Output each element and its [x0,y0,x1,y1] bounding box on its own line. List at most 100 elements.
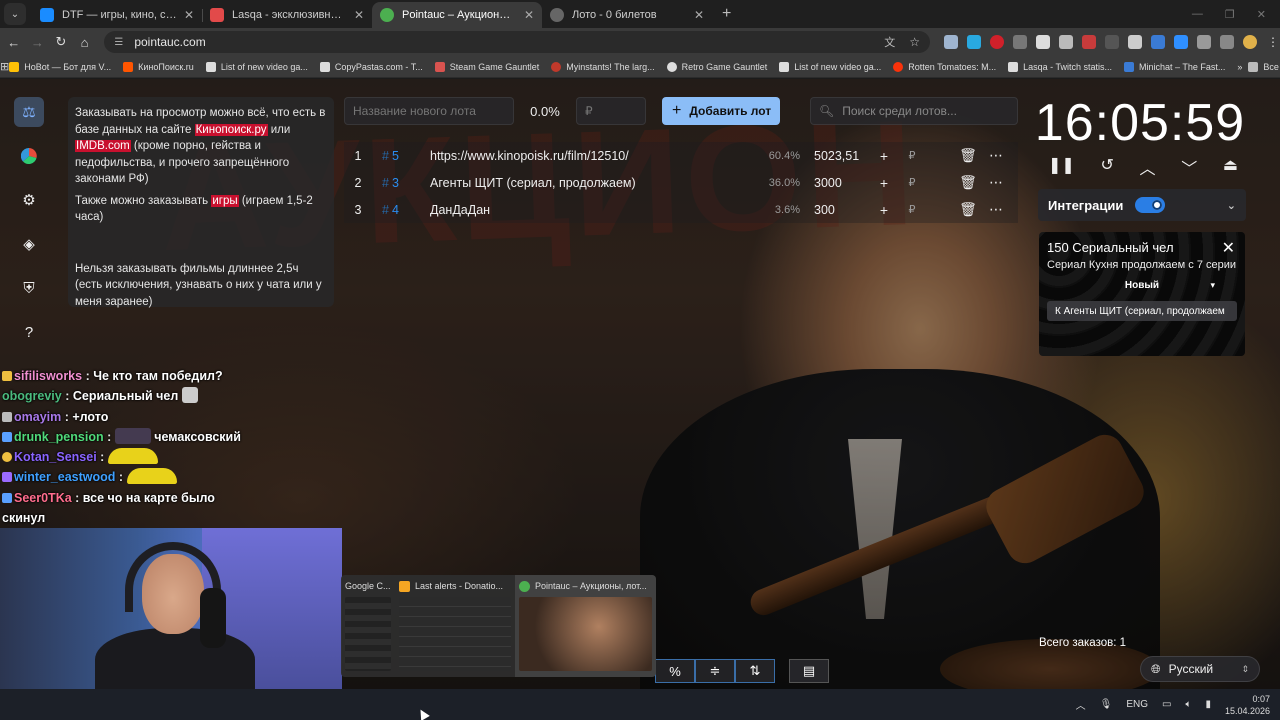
lot-name[interactable]: Агенты ЩИТ (сериал, продолжаем) [430,176,750,190]
layers-icon[interactable]: ◈ [14,229,44,259]
tab-lasqa[interactable]: Lasqa - эксклюзивный контен ✕ [202,2,372,28]
extension-icon[interactable] [989,35,1004,49]
extension-icon[interactable] [1012,35,1027,49]
add-amount-icon[interactable]: + [870,175,898,191]
close-icon[interactable]: ✕ [354,8,364,22]
bookmark-item[interactable]: Minichat – The Fast... [1124,61,1225,72]
reset-icon[interactable]: ↺ [1100,155,1113,179]
bookmark-item[interactable]: Lasqa - Twitch statis... [1008,61,1112,72]
lot-name[interactable]: https://www.kinopoisk.ru/film/12510/ [430,149,750,163]
close-icon[interactable]: ✕ [184,8,194,22]
clear-lots-button[interactable]: ▤ [789,659,829,683]
system-clock[interactable]: 0:07 15.04.2026 [1225,693,1270,717]
new-tab-button[interactable]: + [722,5,731,23]
shield-icon[interactable]: ⛨ [14,273,44,303]
all-bookmarks-button[interactable]: Все закладки [1248,61,1280,72]
delete-trash-icon[interactable]: 🗑︎ [954,147,982,164]
more-dots-icon[interactable]: ⋯ [982,174,1010,191]
close-window-icon[interactable]: ✕ [1257,8,1266,21]
percent-mode-button[interactable]: % [655,659,695,683]
reading-list-icon[interactable] [1219,35,1234,49]
bookmark-star-icon[interactable]: ☆ [909,35,920,49]
close-icon[interactable]: ✕ [524,8,534,22]
lot-amount-input[interactable] [576,97,646,125]
bookmark-item[interactable]: Rotten Tomatoes: M... [893,61,996,72]
lot-name-input[interactable] [344,97,514,125]
tab-pointauc[interactable]: Pointauc – Аукционы, лотере ✕ [372,2,542,28]
minimize-icon[interactable]: — [1192,8,1203,21]
tab-loto[interactable]: Лото - 0 билетов ✕ [542,2,712,28]
window-preview[interactable]: Last alerts - Donatio... [395,575,515,677]
wheel-pie-icon[interactable] [14,141,44,171]
chevron-down-icon[interactable]: ﹀ [1181,155,1197,179]
extension-icon[interactable] [1150,35,1165,49]
window-preview[interactable]: Google C... [341,575,395,677]
home-icon[interactable]: ⌂ [73,35,97,50]
donation-target-select[interactable]: Новый ▾ [1047,280,1237,291]
bookmark-item[interactable]: HoBot — Бот для V... [9,61,111,72]
chevron-down-icon[interactable]: ⌄ [1227,199,1236,212]
lot-search[interactable]: 🔍︎ Поиск среди лотов... [810,97,1018,125]
apps-grid-icon[interactable]: ⊞ [0,60,9,73]
delete-trash-icon[interactable]: 🗑︎ [954,174,982,191]
auction-gavel-icon[interactable]: ⚖ [14,97,44,127]
extension-icon[interactable] [1173,35,1188,49]
monitor-icon[interactable]: ▭ [1162,699,1171,710]
input-language[interactable]: ENG [1126,699,1148,710]
tab-dtf[interactable]: DTF — игры, кино, сериалы, р ✕ [32,2,202,28]
window-preview[interactable]: Pointauc – Аукционы, лот... [515,575,656,677]
language-select[interactable]: 🌐︎ Русский ⇕ [1140,656,1260,682]
split-icon-button[interactable]: ≑ [695,659,735,683]
kinopoisk-link[interactable]: Кинопоиск.ру [194,123,268,136]
microphone-icon[interactable]: 🎙︎ [1100,699,1113,710]
bookmark-item[interactable]: Myinstants! The larg... [551,61,655,72]
menu-kebab-icon[interactable]: ⋮ [1266,35,1280,49]
lot-name[interactable]: ДанДаДан [430,203,750,217]
help-icon[interactable]: ? [14,317,44,347]
extension-icon[interactable] [1127,35,1142,49]
site-info-icon[interactable]: ☰ [114,37,126,48]
chevron-up-icon[interactable]: ︿ [1076,697,1086,712]
reload-icon[interactable]: ↻ [49,34,73,50]
sort-icon-button[interactable]: ⇅ [735,659,775,683]
profile-avatar[interactable] [1242,35,1257,49]
back-icon[interactable]: ← [2,35,26,50]
volume-icon[interactable]: 🔈︎ [1185,699,1191,710]
bookmark-item[interactable]: List of new video ga... [779,61,881,72]
extension-icon[interactable] [943,35,958,49]
eject-icon[interactable]: ⏏ [1223,155,1238,179]
battery-icon[interactable]: ▮ [1205,699,1211,710]
lot-row[interactable]: 3 #4 ДанДаДан 3.6% 300 + ₽ 🗑︎ ⋯ [344,196,1018,223]
lot-amount[interactable]: 300 [800,203,870,217]
more-dots-icon[interactable]: ⋯ [982,147,1010,164]
forward-icon[interactable]: → [26,35,50,50]
extension-icon[interactable] [1035,35,1050,49]
bookmarks-overflow-button[interactable]: » [1237,62,1242,72]
games-link[interactable]: игры [211,194,239,207]
bookmark-item[interactable]: List of new video ga... [205,61,308,72]
integrations-panel[interactable]: Интеграции ⌄ [1038,189,1246,221]
bookmark-item[interactable]: Retro Game Gauntlet [666,61,767,72]
tab-search-button[interactable]: ⌄ [4,3,26,25]
lot-row[interactable]: 2 #3 Агенты ЩИТ (сериал, продолжаем) 36.… [344,169,1018,196]
delete-trash-icon[interactable]: 🗑︎ [954,201,982,218]
chevron-up-icon[interactable]: ︿ [1140,155,1156,179]
address-bar[interactable]: ☰ pointauc.com 文 ☆ [104,31,930,53]
pause-icon[interactable]: ❚❚ [1048,155,1075,179]
integrations-toggle[interactable] [1135,197,1166,213]
extension-icon[interactable] [1058,35,1073,49]
maximize-icon[interactable]: ❐ [1225,8,1235,21]
add-amount-icon[interactable]: + [870,148,898,164]
bookmark-item[interactable]: КиноПоиск.ru [123,61,194,72]
add-lot-button[interactable]: + Добавить лот [662,97,780,125]
extension-icon[interactable] [1104,35,1119,49]
imdb-link[interactable]: IMDB.com [75,140,131,152]
more-dots-icon[interactable]: ⋯ [982,201,1010,218]
lot-row[interactable]: 1 #5 https://www.kinopoisk.ru/film/12510… [344,142,1018,169]
add-amount-icon[interactable]: + [870,202,898,218]
add-to-lot-button[interactable]: К Агенты ЩИТ (сериал, продолжаем [1047,301,1237,321]
translate-icon[interactable]: 文 [884,34,895,50]
bookmark-item[interactable]: CopyPastas.com - T... [319,61,423,72]
bookmark-item[interactable]: Steam Game Gauntlet [434,61,539,72]
extension-icon[interactable] [966,35,981,49]
